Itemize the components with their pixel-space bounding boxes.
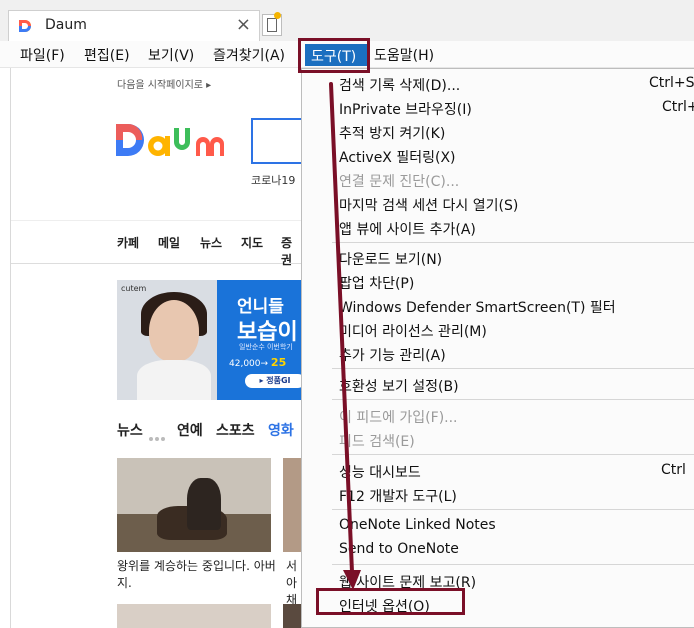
news-tab-sports[interactable]: 스포츠	[216, 420, 255, 440]
web-page: 다음을 시작페이지로 ▸ 코로나19 카페 메일 뉴스 지도 증권 cutem …	[10, 68, 302, 628]
menu-item-reopen-session[interactable]: 마지막 검색 세션 다시 열기(S)	[339, 195, 518, 215]
menu-item-subscribe-feed: 이 피드에 가입(F)...	[339, 410, 458, 426]
news-tab-movie[interactable]: 영화	[268, 420, 294, 440]
menu-separator	[332, 564, 694, 565]
tab-close-button[interactable]: ×	[236, 14, 251, 35]
menu-item-send-to-onenote[interactable]: Send to OneNote	[339, 541, 459, 557]
menu-item-diagnose-connection: 연결 문제 진단(C)...	[339, 174, 460, 190]
banner-price-old: 42,000→	[229, 359, 269, 369]
internet-options-highlight-box	[316, 588, 465, 615]
nav-cafe[interactable]: 카페	[117, 234, 139, 251]
menu-item-popup-blocker[interactable]: 팝업 차단(P)	[339, 273, 414, 293]
tab-title: Daum	[45, 17, 87, 33]
banner-price-new: 25	[270, 356, 287, 369]
menu-separator	[332, 242, 694, 243]
banner-button[interactable]: ▸ 정품GI	[245, 374, 302, 388]
new-tab-icon	[267, 18, 277, 32]
menu-item-f12-devtools[interactable]: F12 개발자 도구(L)	[339, 486, 457, 506]
news-thumbnail-1[interactable]	[117, 458, 271, 552]
menu-favorites[interactable]: 즐겨찾기(A)	[213, 45, 285, 65]
menu-separator	[332, 399, 694, 400]
menu-item-add-to-app-view[interactable]: 앱 뷰에 사이트 추가(A)	[339, 219, 476, 239]
shortcut-delete-history: Ctrl+Sh	[649, 75, 694, 91]
news-caption-1[interactable]: 왕위를 계승하는 중입니다. 아버지.	[117, 558, 277, 592]
menu-item-activex-filtering[interactable]: ActiveX 필터링(X)	[339, 147, 456, 167]
menu-item-compatibility-view[interactable]: 호환성 보기 설정(B)	[339, 376, 459, 396]
menu-item-smartscreen[interactable]: Windows Defender SmartScreen(T) 필터	[339, 297, 616, 317]
menu-separator	[332, 454, 694, 455]
menu-separator	[332, 509, 694, 510]
menu-item-inprivate[interactable]: InPrivate 브라우징(I)	[339, 99, 472, 119]
nav-stock[interactable]: 증권	[281, 234, 302, 268]
search-input[interactable]	[251, 118, 302, 164]
service-nav: 카페 메일 뉴스 지도 증권	[11, 220, 302, 267]
menu-item-manage-addons[interactable]: 추가 기능 관리(A)	[339, 345, 446, 365]
thumb-rider	[187, 478, 221, 530]
shortcut-inprivate: Ctrl+	[662, 99, 694, 115]
news-thumbnail-3[interactable]	[117, 604, 271, 628]
nav-news[interactable]: 뉴스	[200, 234, 222, 251]
tools-dropdown-menu: 검색 기록 삭제(D)... Ctrl+Sh InPrivate 브라우징(I)…	[301, 68, 694, 628]
banner-subtitle: 일반순수 이번학기	[239, 343, 293, 351]
banner-price: 42,000→ 25	[229, 356, 286, 369]
daum-favicon-icon	[17, 18, 33, 34]
banner-photo: cutem	[117, 280, 217, 400]
new-tab-button[interactable]	[262, 12, 282, 36]
nav-map[interactable]: 지도	[241, 234, 263, 251]
menu-item-delete-history[interactable]: 검색 기록 삭제(D)...	[339, 75, 460, 95]
nav-mail[interactable]: 메일	[158, 234, 180, 251]
menu-item-tracking-protection[interactable]: 추적 방지 켜기(K)	[339, 123, 445, 143]
ad-banner[interactable]: cutem 언니들 보습이 일반순수 이번학기 42,000→ 25 ▸ 정품G…	[117, 280, 302, 400]
news-thumbnail-2[interactable]	[283, 458, 302, 552]
more-dots-icon	[149, 426, 169, 441]
shortcut-performance-dashboard: Ctrl	[661, 462, 686, 478]
news-thumbnail-4[interactable]	[283, 604, 302, 628]
banner-brand: cutem	[121, 284, 147, 293]
menu-item-feed-discovery: 피드 검색(E)	[339, 434, 415, 450]
menu-edit[interactable]: 편집(E)	[84, 45, 130, 65]
daum-logo[interactable]	[116, 120, 236, 160]
news-tab-news[interactable]: 뉴스	[117, 420, 143, 440]
corona-link[interactable]: 코로나19	[251, 172, 295, 188]
menu-item-onenote-linked-notes[interactable]: OneNote Linked Notes	[339, 517, 496, 533]
menu-file[interactable]: 파일(F)	[20, 45, 65, 65]
news-tab-entertainment[interactable]: 연예	[177, 420, 203, 440]
new-tab-spark-icon	[274, 12, 281, 19]
menu-item-view-downloads[interactable]: 다운로드 보기(N)	[339, 249, 442, 269]
banner-body	[137, 360, 211, 400]
menu-item-performance-dashboard[interactable]: 성능 대시보드	[339, 462, 421, 482]
menu-separator	[332, 368, 694, 369]
menu-item-media-licenses[interactable]: 미디어 라이선스 관리(M)	[339, 321, 487, 341]
banner-face	[149, 300, 199, 362]
browser-tab[interactable]: Daum ×	[8, 10, 260, 41]
menu-help[interactable]: 도움말(H)	[374, 45, 434, 65]
set-home-link[interactable]: 다음을 시작페이지로 ▸	[117, 76, 211, 91]
tools-menu-highlight-box	[298, 38, 370, 73]
menu-view[interactable]: 보기(V)	[148, 45, 194, 65]
